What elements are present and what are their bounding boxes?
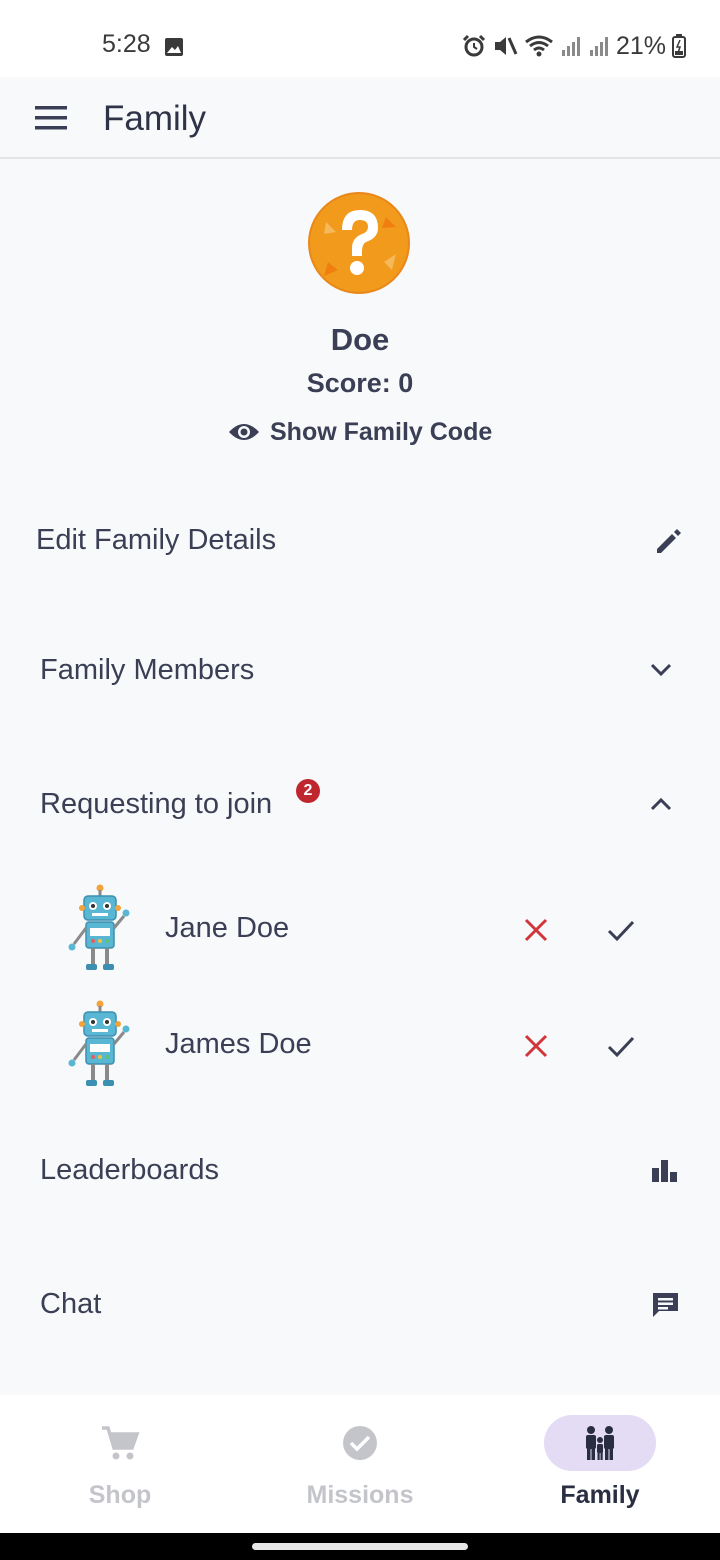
nav-icon-container: [64, 1415, 176, 1471]
nav-tab-family[interactable]: Family: [480, 1395, 720, 1533]
request-item: James Doe: [0, 996, 720, 1096]
pencil-icon: [657, 529, 681, 553]
request-count-badge: 2: [296, 779, 320, 803]
status-bar: 5:28 21%: [0, 0, 720, 77]
leaderboards-row[interactable]: Leaderboards: [0, 1130, 720, 1214]
battery-icon: [672, 34, 686, 58]
home-gesture-handle[interactable]: [252, 1543, 468, 1550]
signal-icon: [561, 37, 580, 56]
app-bar: Family: [0, 77, 720, 159]
accept-check-icon[interactable]: [601, 910, 641, 950]
family-name: Doe: [330, 322, 390, 357]
mute-icon: [494, 37, 518, 55]
request-item: Jane Doe: [0, 880, 720, 980]
edit-family-details-row[interactable]: Edit Family Details: [0, 500, 720, 584]
requesting-to-join-label: Requesting to join: [40, 788, 273, 820]
gesture-bar: [0, 1533, 720, 1560]
nav-tab-missions[interactable]: Missions: [240, 1395, 480, 1533]
family-members-label: Family Members: [40, 654, 255, 686]
request-name: Jane Doe: [165, 912, 290, 944]
signal-icon: [589, 37, 608, 56]
bottom-navigation: Shop Missions Family: [0, 1395, 720, 1533]
wifi-icon: [525, 35, 553, 57]
family-icon: [586, 1426, 614, 1460]
reject-icon[interactable]: [516, 1026, 556, 1066]
request-name: James Doe: [165, 1028, 312, 1060]
nav-icon-container: [304, 1415, 416, 1471]
image-icon: [165, 38, 183, 56]
alarm-icon: [462, 34, 486, 57]
leaderboards-label: Leaderboards: [40, 1154, 219, 1186]
show-family-code-button[interactable]: Show Family Code: [228, 412, 492, 452]
page-title: Family: [103, 99, 207, 138]
chevron-up-icon: [650, 797, 672, 811]
bar-chart-icon: [652, 1160, 677, 1182]
robot-avatar-icon: [68, 884, 130, 970]
requesting-to-join-row[interactable]: Requesting to join 2: [0, 764, 720, 848]
nav-tab-shop[interactable]: Shop: [0, 1395, 240, 1533]
nav-label-shop: Shop: [88, 1481, 152, 1509]
status-icons: 21%: [462, 30, 686, 62]
chat-label: Chat: [40, 1288, 102, 1320]
show-family-code-label: Show Family Code: [270, 417, 493, 446]
reject-icon[interactable]: [516, 910, 556, 950]
eye-icon: [229, 424, 259, 440]
family-members-row[interactable]: Family Members: [0, 630, 720, 714]
family-score: Score: 0: [306, 368, 414, 398]
robot-avatar-icon: [68, 1000, 130, 1086]
battery-percent: 21%: [615, 31, 666, 60]
nav-icon-container: [544, 1415, 656, 1471]
status-time: 5:28: [102, 30, 151, 58]
menu-icon[interactable]: [32, 104, 70, 132]
accept-check-icon[interactable]: [601, 1026, 641, 1066]
edit-family-details-label: Edit Family Details: [36, 524, 277, 556]
check-circle-icon: [343, 1426, 377, 1460]
nav-label-family: Family: [560, 1481, 640, 1509]
family-avatar-icon[interactable]: [306, 192, 412, 294]
chevron-down-icon: [650, 663, 672, 677]
chat-icon: [653, 1293, 678, 1317]
nav-label-missions: Missions: [306, 1481, 414, 1509]
chat-row[interactable]: Chat: [0, 1264, 720, 1348]
shopping-cart-icon: [102, 1426, 140, 1460]
